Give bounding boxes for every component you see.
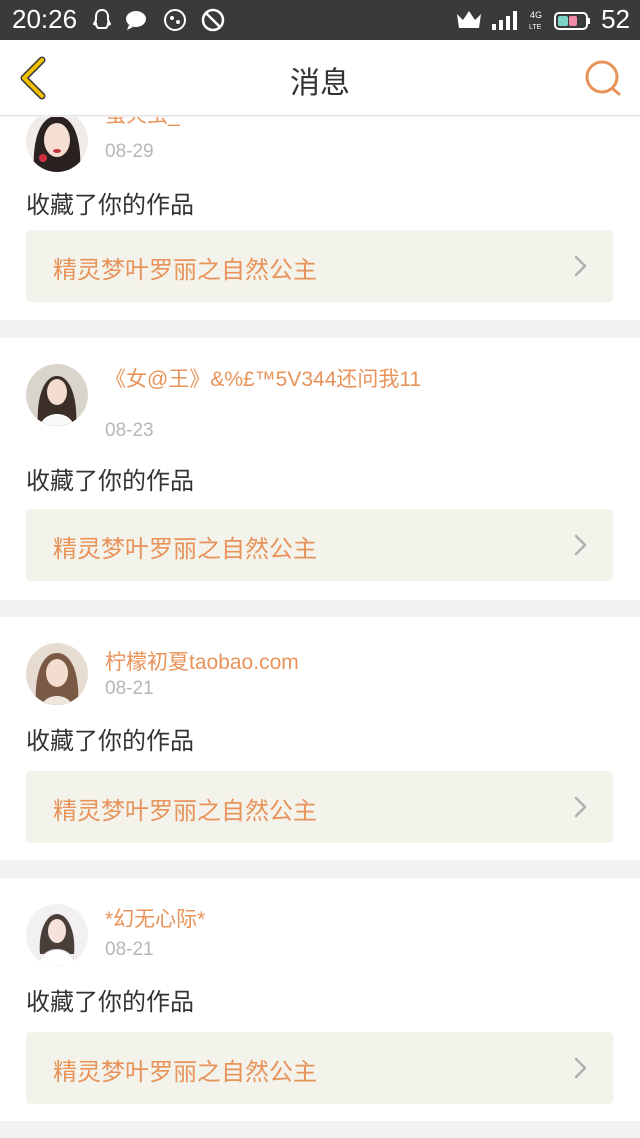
work-title: 精灵梦叶罗丽之自然公主: [53, 1058, 317, 1086]
message-card: 柠檬初夏taobao.com 08-21 收藏了你的作品 精灵梦叶罗丽之自然公主: [0, 617, 640, 860]
user-avatar[interactable]: [26, 904, 88, 966]
chevron-right-icon: [574, 1057, 587, 1079]
work-link[interactable]: 精灵梦叶罗丽之自然公主: [26, 771, 613, 843]
svg-text:LTE: LTE: [529, 24, 542, 31]
user-avatar[interactable]: [26, 117, 88, 172]
user-name[interactable]: 萤火虫_: [105, 117, 425, 129]
message-card: 萤火虫_ 08-29 收藏了你的作品 精灵梦叶罗丽之自然公主: [0, 117, 640, 320]
user-avatar[interactable]: [26, 643, 88, 705]
work-title: 精灵梦叶罗丽之自然公主: [53, 797, 317, 825]
message-card: *幻无心际* 08-21 收藏了你的作品 精灵梦叶罗丽之自然公主: [0, 878, 640, 1121]
chevron-right-icon: [574, 534, 587, 556]
user-name[interactable]: 《女@王》&%£™5V344还问我11: [105, 367, 425, 393]
message-list: 萤火虫_ 08-29 收藏了你的作品 精灵梦叶罗丽之自然公主 《女@王》&%£™…: [0, 117, 640, 1138]
battery-level: 52: [601, 4, 630, 34]
message-card: 《女@王》&%£™5V344还问我11 08-23 收藏了你的作品 精灵梦叶罗丽…: [0, 338, 640, 600]
status-bar: 20:26 4G LTE 52: [0, 0, 640, 40]
work-title: 精灵梦叶罗丽之自然公主: [53, 535, 317, 563]
battery-icon: [554, 12, 590, 30]
message-date: 08-23: [105, 420, 154, 441]
user-name[interactable]: 柠檬初夏taobao.com: [105, 650, 425, 676]
user-avatar[interactable]: [26, 364, 88, 426]
search-icon[interactable]: [582, 56, 626, 100]
svg-text:4G: 4G: [530, 10, 542, 20]
message-action: 收藏了你的作品: [26, 467, 194, 495]
no-disturb-icon: [201, 8, 225, 32]
nav-bar: 消息: [0, 40, 640, 116]
chevron-right-icon: [574, 255, 587, 277]
message-action: 收藏了你的作品: [26, 191, 194, 219]
work-link[interactable]: 精灵梦叶罗丽之自然公主: [26, 509, 613, 581]
qq-icon: [92, 8, 112, 29]
message-action: 收藏了你的作品: [26, 727, 194, 755]
app-icon: [164, 9, 186, 31]
work-title: 精灵梦叶罗丽之自然公主: [53, 256, 317, 284]
crown-icon: [457, 11, 481, 28]
message-date: 08-21: [105, 678, 154, 699]
lte-icon: 4G LTE: [529, 10, 542, 31]
message-action: 收藏了你的作品: [26, 988, 194, 1016]
page-title: 消息: [290, 66, 350, 101]
work-link[interactable]: 精灵梦叶罗丽之自然公主: [26, 1032, 613, 1104]
chevron-right-icon: [574, 796, 587, 818]
signal-icon: [492, 11, 517, 30]
message-date: 08-21: [105, 939, 154, 960]
status-time: 20:26: [12, 4, 78, 34]
chat-icon: [126, 11, 146, 30]
message-date: 08-29: [105, 141, 154, 162]
work-link[interactable]: 精灵梦叶罗丽之自然公主: [26, 230, 613, 302]
user-name[interactable]: *幻无心际*: [105, 907, 425, 933]
